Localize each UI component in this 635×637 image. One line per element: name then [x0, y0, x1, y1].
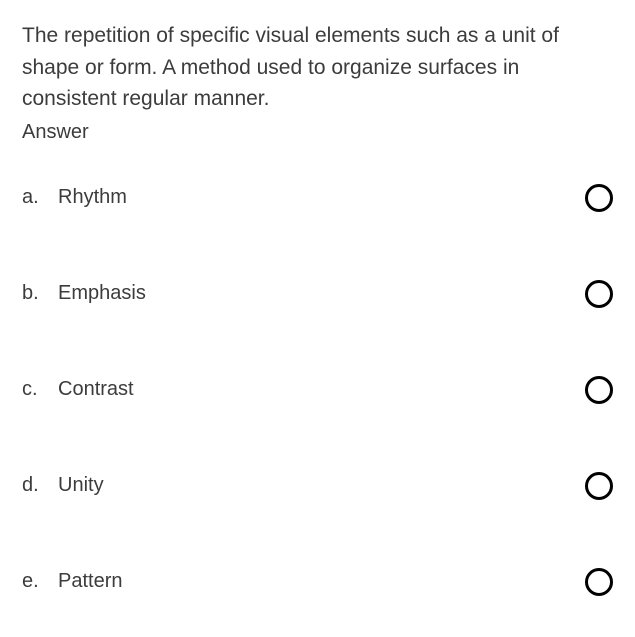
radio-option-a[interactable]: [585, 184, 613, 212]
option-letter: c.: [22, 378, 58, 401]
radio-option-b[interactable]: [585, 280, 613, 308]
option-row-e: e. Pattern: [22, 568, 613, 596]
question-text: The repetition of specific visual elemen…: [22, 20, 613, 115]
option-letter: a.: [22, 186, 58, 209]
option-letter: e.: [22, 570, 58, 593]
option-row-d: d. Unity: [22, 472, 613, 500]
option-left: e. Pattern: [22, 570, 122, 593]
option-text: Unity: [58, 474, 104, 497]
option-row-a: a. Rhythm: [22, 184, 613, 212]
answer-label: Answer: [22, 121, 613, 144]
option-row-b: b. Emphasis: [22, 280, 613, 308]
radio-option-d[interactable]: [585, 472, 613, 500]
option-text: Pattern: [58, 570, 122, 593]
option-left: c. Contrast: [22, 378, 134, 401]
option-row-c: c. Contrast: [22, 376, 613, 404]
option-text: Emphasis: [58, 282, 146, 305]
radio-option-c[interactable]: [585, 376, 613, 404]
option-text: Rhythm: [58, 186, 127, 209]
option-text: Contrast: [58, 378, 134, 401]
option-left: d. Unity: [22, 474, 104, 497]
option-left: b. Emphasis: [22, 282, 146, 305]
option-letter: d.: [22, 474, 58, 497]
option-letter: b.: [22, 282, 58, 305]
option-left: a. Rhythm: [22, 186, 127, 209]
radio-option-e[interactable]: [585, 568, 613, 596]
